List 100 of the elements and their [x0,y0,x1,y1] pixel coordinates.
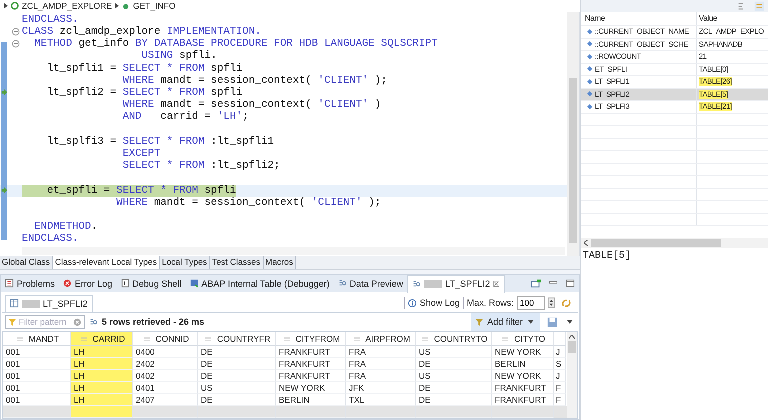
table-cell: 0401 [133,382,198,394]
add-filter-button[interactable]: Add filter [471,313,540,331]
error-icon [63,279,72,288]
editor-tab[interactable]: Macros [264,256,296,269]
table-cell: DE [198,370,276,382]
status-text: 5 rows retrieved - 26 ms [102,317,205,327]
spinner-arrows-icon[interactable] [548,297,555,309]
collapse-icon[interactable] [12,28,20,36]
column-header[interactable]: Value [697,12,768,25]
table-cell: LH [71,382,133,394]
tab-label: Debug Shell [132,278,182,288]
horizontal-scrollbar[interactable] [22,247,565,255]
tab-label: Data Preview [350,278,404,288]
table-cell: FRA [346,370,416,382]
view-tab[interactable]: Debug Shell [116,275,186,292]
table-cell: FRANKFURT [276,346,346,358]
blurred-area [22,300,40,308]
show-log-button[interactable]: Show Log [408,298,460,308]
collapse-icon[interactable] [12,40,20,48]
view-tab[interactable]: LT_SPFLI2 ☒ [407,274,506,292]
column-header[interactable]: AIRPFROM [346,332,416,346]
result-tab[interactable]: LT_SPFLI2 [5,294,93,312]
pin-icon[interactable] [531,278,542,289]
save-icon[interactable] [547,316,558,328]
table-cell: FRANKFURT [492,382,554,394]
table-cell: LH [71,394,133,406]
console-icon [120,279,130,288]
column-header[interactable]: CARRID [71,332,133,346]
column-type-icon [144,336,150,340]
tab-label: Problems [17,278,56,288]
maximize-icon[interactable] [565,278,576,289]
table-cell: J [554,370,566,382]
dropdown-arrow-icon[interactable] [567,320,573,324]
view-tab[interactable]: Problems [1,275,60,292]
breadcrumb-item[interactable]: GET_INFO [133,0,176,11]
max-rows-field[interactable]: 100 [517,296,545,310]
column-header[interactable]: COUNTRYFR [198,332,276,346]
table-cell: 2402 [133,358,198,370]
column-type-icon [16,336,23,340]
view-tab[interactable]: Error Log [59,275,117,292]
code-line: ENDMETHOD. [34,221,98,234]
table-cell: DE [198,346,276,358]
table-cell: FRA [346,346,416,358]
table-cell: DE [416,382,492,394]
funnel-icon [8,318,17,326]
table-cell: LH [71,346,133,358]
code-line: WHERE mandt = session_context( 'CLIENT' ) [122,99,382,112]
table-cell: S [554,358,566,370]
column-type-icon [502,336,508,340]
column-type-icon [205,336,212,340]
code-line: WHERE mandt = session_context( 'CLIENT' ); [122,74,388,87]
code-line: USING spfli. [140,50,218,63]
column-header[interactable]: CITYTO [492,332,554,346]
clear-icon[interactable] [73,318,82,326]
table-cell: LH [71,370,133,382]
editor-tab[interactable]: Local Types [160,256,210,269]
code-line: METHOD get_info BY DATABASE PROCEDURE FOR HDB LANGUAGE SQLSCRIPT [34,38,438,50]
filter-field[interactable]: Filter pattern [5,315,85,329]
data-preview-icon [89,318,98,326]
table-cell: F [554,382,566,394]
vertical-scrollbar[interactable] [567,12,579,256]
refresh-icon[interactable] [561,298,572,308]
column-header[interactable]: CONNID [133,332,198,346]
editor-tab[interactable]: Global Class [0,256,54,269]
table-cell: US [198,382,276,394]
tab-label: LT_SPFLI2 [43,298,88,308]
table-cell: FRANKFURT [276,358,346,370]
code-line: SELECT * FROM :lt_spfli2; [122,160,280,172]
tab-label: ABAP Internal Table (Debugger) [202,278,330,288]
value-detail-text: TABLE[5] [582,250,632,264]
tab-label: Error Log [75,278,113,288]
table-cell: BERLIN [492,358,554,370]
blurred-area [424,280,442,288]
view-tab[interactable]: ABAP Internal Table (Debugger) [186,275,334,292]
view-tab[interactable]: Data Preview [334,275,408,292]
table-cell: NEW YORK [492,370,554,382]
scrollbar-thumb[interactable] [568,341,576,353]
editor-tab[interactable]: Test Classes [210,256,264,269]
horizontal-scrollbar[interactable] [581,238,768,248]
breadcrumb-item[interactable]: ZCL_AMDP_EXPLORE [22,0,112,11]
editor-tab[interactable]: Class-relevant Local Types [53,256,160,269]
column-header[interactable]: COUNTRYTO [416,332,492,346]
column-header[interactable]: CITYFROM [276,332,346,346]
scrollbar-thumb[interactable] [591,239,721,247]
table-cell: NEW YORK [276,382,346,394]
tab-label: LT_SPFLI2 [445,279,490,289]
table-icon [10,299,19,308]
settings-icon[interactable] [754,0,765,12]
table-cell: 0400 [133,346,198,358]
code-line: ENDCLASS. [22,14,79,26]
table-cell: LH [71,358,133,370]
column-type-icon [422,336,428,340]
info-icon [408,298,417,308]
table-cell: US [416,370,492,382]
vertical-scrollbar[interactable] [567,332,577,418]
close-button[interactable]: ☒ [493,280,500,288]
scrollbar-thumb[interactable] [569,78,577,243]
column-header[interactable]: Name [581,12,697,25]
code-editor[interactable] [0,12,580,256]
method-icon [122,2,130,10]
